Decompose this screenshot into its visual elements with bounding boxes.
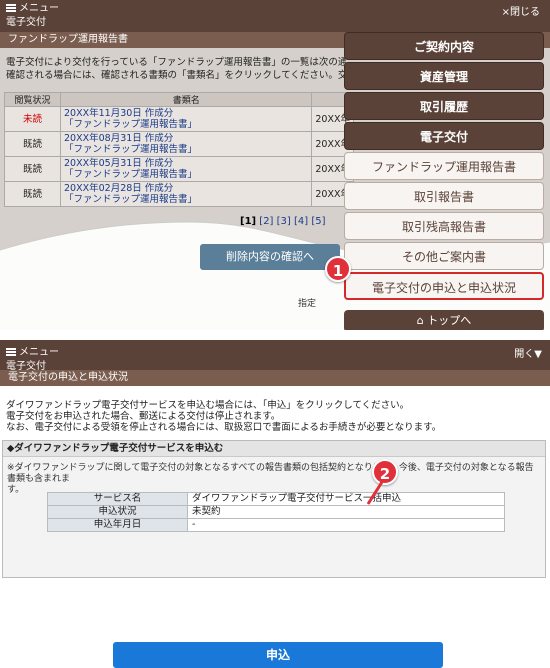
open-menu-button[interactable]: 開く▼ <box>514 345 542 360</box>
menu-item-trade-report[interactable]: 取引報告書 <box>344 182 544 210</box>
menu-item-e-delivery-application[interactable]: 電子交付の申込と申込状況 <box>344 272 544 300</box>
field-label: サービス名 <box>47 492 188 506</box>
field-value: ダイワファンドラップ電子交付サービス一括申込 <box>187 492 505 506</box>
top-screenshot: メニュー 電子交付 ×閉じる ファンドラップ運用報告書 電子交付により交付を行っ… <box>0 0 550 330</box>
menu-item-e-delivery[interactable]: 電子交付 <box>344 122 544 150</box>
home-button[interactable]: ⌂ トップへ <box>344 310 544 330</box>
home-icon: ⌂ <box>416 314 424 327</box>
service-table: サービス名 ダイワファンドラップ電子交付サービス一括申込 申込状況 未契約 申込… <box>47 492 505 532</box>
table-row: 申込年月日 - <box>47 518 505 532</box>
application-panel: ◆ダイワファンドラップ電子交付サービスを申込む ※ダイワファンドラップに関して電… <box>2 440 546 668</box>
arrow-pointer-icon <box>366 481 384 505</box>
menu-item-assets[interactable]: 資産管理 <box>344 62 544 90</box>
breadcrumb: 電子交付の申込と申込状況 <box>0 370 550 386</box>
field-value: 未契約 <box>187 505 505 519</box>
menu-item-balance-report[interactable]: 取引残高報告書 <box>344 212 544 240</box>
header-bar: メニュー 電子交付 開く▼ <box>0 340 550 372</box>
description-text: ダイワファンドラップ電子交付サービスを申込む場合には、「申込」をクリックしてくだ… <box>6 400 442 433</box>
field-value: - <box>187 518 505 532</box>
table-row: サービス名 ダイワファンドラップ電子交付サービス一括申込 <box>47 492 505 506</box>
field-label: 申込状況 <box>47 505 188 519</box>
field-label: 申込年月日 <box>47 518 188 532</box>
menu-item-other-notices[interactable]: その他ご案内書 <box>344 242 544 270</box>
side-menu: ご契約内容 資産管理 取引履歴 電子交付 ファンドラップ運用報告書 取引報告書 … <box>344 32 550 330</box>
menu-item-history[interactable]: 取引履歴 <box>344 92 544 120</box>
bottom-screenshot: メニュー 電子交付 開く▼ 電子交付の申込と申込状況 ダイワファンドラップ電子交… <box>0 340 550 668</box>
menu-item-fundwrap-report[interactable]: ファンドラップ運用報告書 <box>344 152 544 180</box>
panel-title: ◆ダイワファンドラップ電子交付サービスを申込む <box>3 441 545 457</box>
table-row: 申込状況 未契約 <box>47 505 505 519</box>
hamburger-icon <box>6 348 16 356</box>
menu-toggle[interactable]: メニュー <box>6 343 59 358</box>
delete-confirm-button[interactable]: 削除内容の確認へ <box>200 244 340 270</box>
partial-text: 指定 <box>298 299 317 309</box>
step-badge-1: 1 <box>325 256 351 282</box>
apply-button[interactable]: 申込 <box>113 642 443 668</box>
menu-item-contract[interactable]: ご契約内容 <box>344 32 544 60</box>
